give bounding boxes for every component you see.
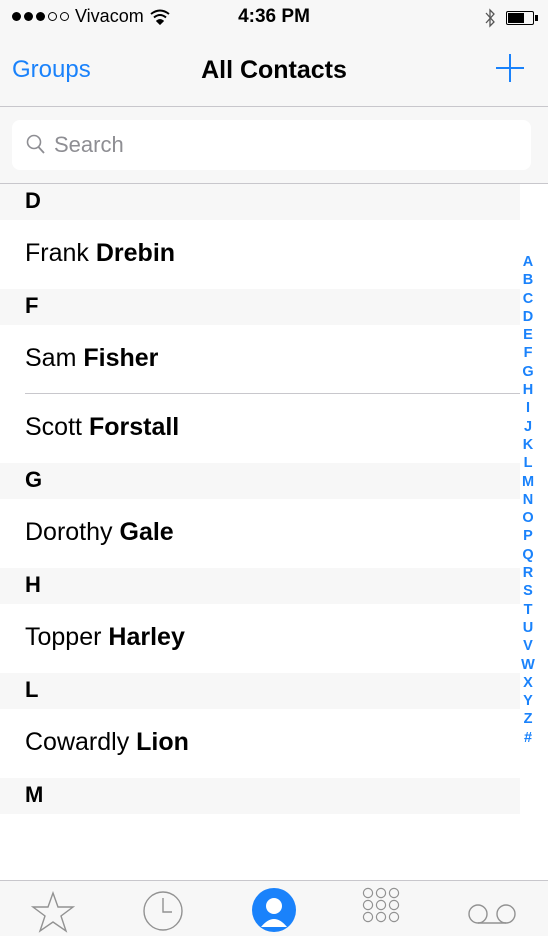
contact-row[interactable]: Frank Drebin bbox=[0, 220, 520, 289]
section-header-h: H bbox=[0, 568, 520, 604]
index-letter[interactable]: M bbox=[522, 473, 534, 491]
last-name: Fisher bbox=[83, 344, 159, 372]
section-index[interactable]: A B C D E F G H I J K L M N O P Q R S T U V W X Y Z # bbox=[514, 253, 542, 747]
battery-icon bbox=[506, 11, 538, 25]
index-letter[interactable]: # bbox=[524, 729, 532, 747]
index-letter[interactable]: Z bbox=[524, 710, 533, 728]
navigation-bar: Groups All Contacts bbox=[0, 36, 548, 107]
index-letter[interactable]: O bbox=[522, 509, 533, 527]
index-letter[interactable]: T bbox=[524, 601, 533, 619]
index-letter[interactable]: I bbox=[526, 399, 530, 417]
contacts-tab-person-icon[interactable] bbox=[251, 887, 297, 937]
index-letter[interactable]: Y bbox=[523, 692, 533, 710]
contact-row[interactable]: Cowardly Lion bbox=[0, 709, 520, 778]
index-letter[interactable]: V bbox=[523, 637, 533, 655]
index-letter[interactable]: J bbox=[524, 418, 532, 436]
first-name: Dorothy bbox=[25, 518, 113, 546]
status-time: 4:36 PM bbox=[238, 6, 310, 27]
last-name: Gale bbox=[119, 518, 174, 546]
last-name: Harley bbox=[108, 623, 185, 651]
section-header-m: M bbox=[0, 778, 520, 814]
first-name: Topper bbox=[25, 623, 102, 651]
add-contact-button[interactable] bbox=[494, 52, 526, 84]
contact-row[interactable]: Dorothy Gale bbox=[0, 499, 520, 568]
first-name: Cowardly bbox=[25, 728, 130, 756]
index-letter[interactable]: Q bbox=[522, 546, 533, 564]
index-letter[interactable]: R bbox=[523, 564, 533, 582]
contact-list: D Frank Drebin F Sam Fisher Scott Forsta… bbox=[0, 184, 520, 814]
index-letter[interactable]: D bbox=[523, 308, 533, 326]
first-name: Sam bbox=[25, 344, 77, 372]
index-letter[interactable]: F bbox=[524, 344, 533, 362]
index-letter[interactable]: P bbox=[523, 527, 533, 545]
index-letter[interactable]: E bbox=[523, 326, 533, 344]
section-header-g: G bbox=[0, 463, 520, 499]
section-header-d: D bbox=[0, 184, 520, 220]
index-letter[interactable]: X bbox=[523, 674, 533, 692]
index-letter[interactable]: H bbox=[523, 381, 533, 399]
index-letter[interactable]: U bbox=[523, 619, 533, 637]
contact-row[interactable]: Sam Fisher bbox=[0, 325, 520, 394]
recents-tab-clock-icon[interactable] bbox=[141, 889, 185, 933]
index-letter[interactable]: G bbox=[522, 363, 533, 381]
contact-row[interactable]: Scott Forstall bbox=[0, 394, 520, 463]
index-letter[interactable]: A bbox=[523, 253, 533, 271]
index-letter[interactable]: N bbox=[523, 491, 533, 509]
index-letter[interactable]: L bbox=[524, 454, 533, 472]
search-icon bbox=[26, 134, 45, 154]
contact-row[interactable]: Topper Harley bbox=[0, 604, 520, 673]
search-bar bbox=[0, 107, 548, 184]
page-title: All Contacts bbox=[201, 56, 347, 84]
keypad-tab-icon[interactable] bbox=[359, 885, 403, 929]
last-name: Forstall bbox=[88, 413, 180, 441]
search-input[interactable] bbox=[52, 129, 496, 161]
index-letter[interactable]: B bbox=[523, 271, 533, 289]
index-letter[interactable]: S bbox=[523, 582, 533, 600]
favorites-tab-star-icon[interactable] bbox=[31, 891, 75, 933]
first-name: Scott bbox=[25, 413, 82, 441]
voicemail-tab-icon[interactable] bbox=[466, 903, 518, 925]
section-header-l: L bbox=[0, 673, 520, 709]
last-name: Drebin bbox=[95, 239, 176, 267]
tab-bar bbox=[0, 880, 548, 936]
section-header-f: F bbox=[0, 289, 520, 325]
index-letter[interactable]: K bbox=[523, 436, 533, 454]
search-box[interactable] bbox=[12, 120, 531, 170]
bluetooth-icon bbox=[485, 8, 495, 28]
index-letter[interactable]: W bbox=[521, 656, 535, 674]
last-name: Lion bbox=[136, 728, 189, 756]
index-letter[interactable]: C bbox=[523, 290, 533, 308]
first-name: Frank bbox=[25, 239, 89, 267]
status-bar: Vivacom 4:36 PM bbox=[0, 0, 548, 36]
